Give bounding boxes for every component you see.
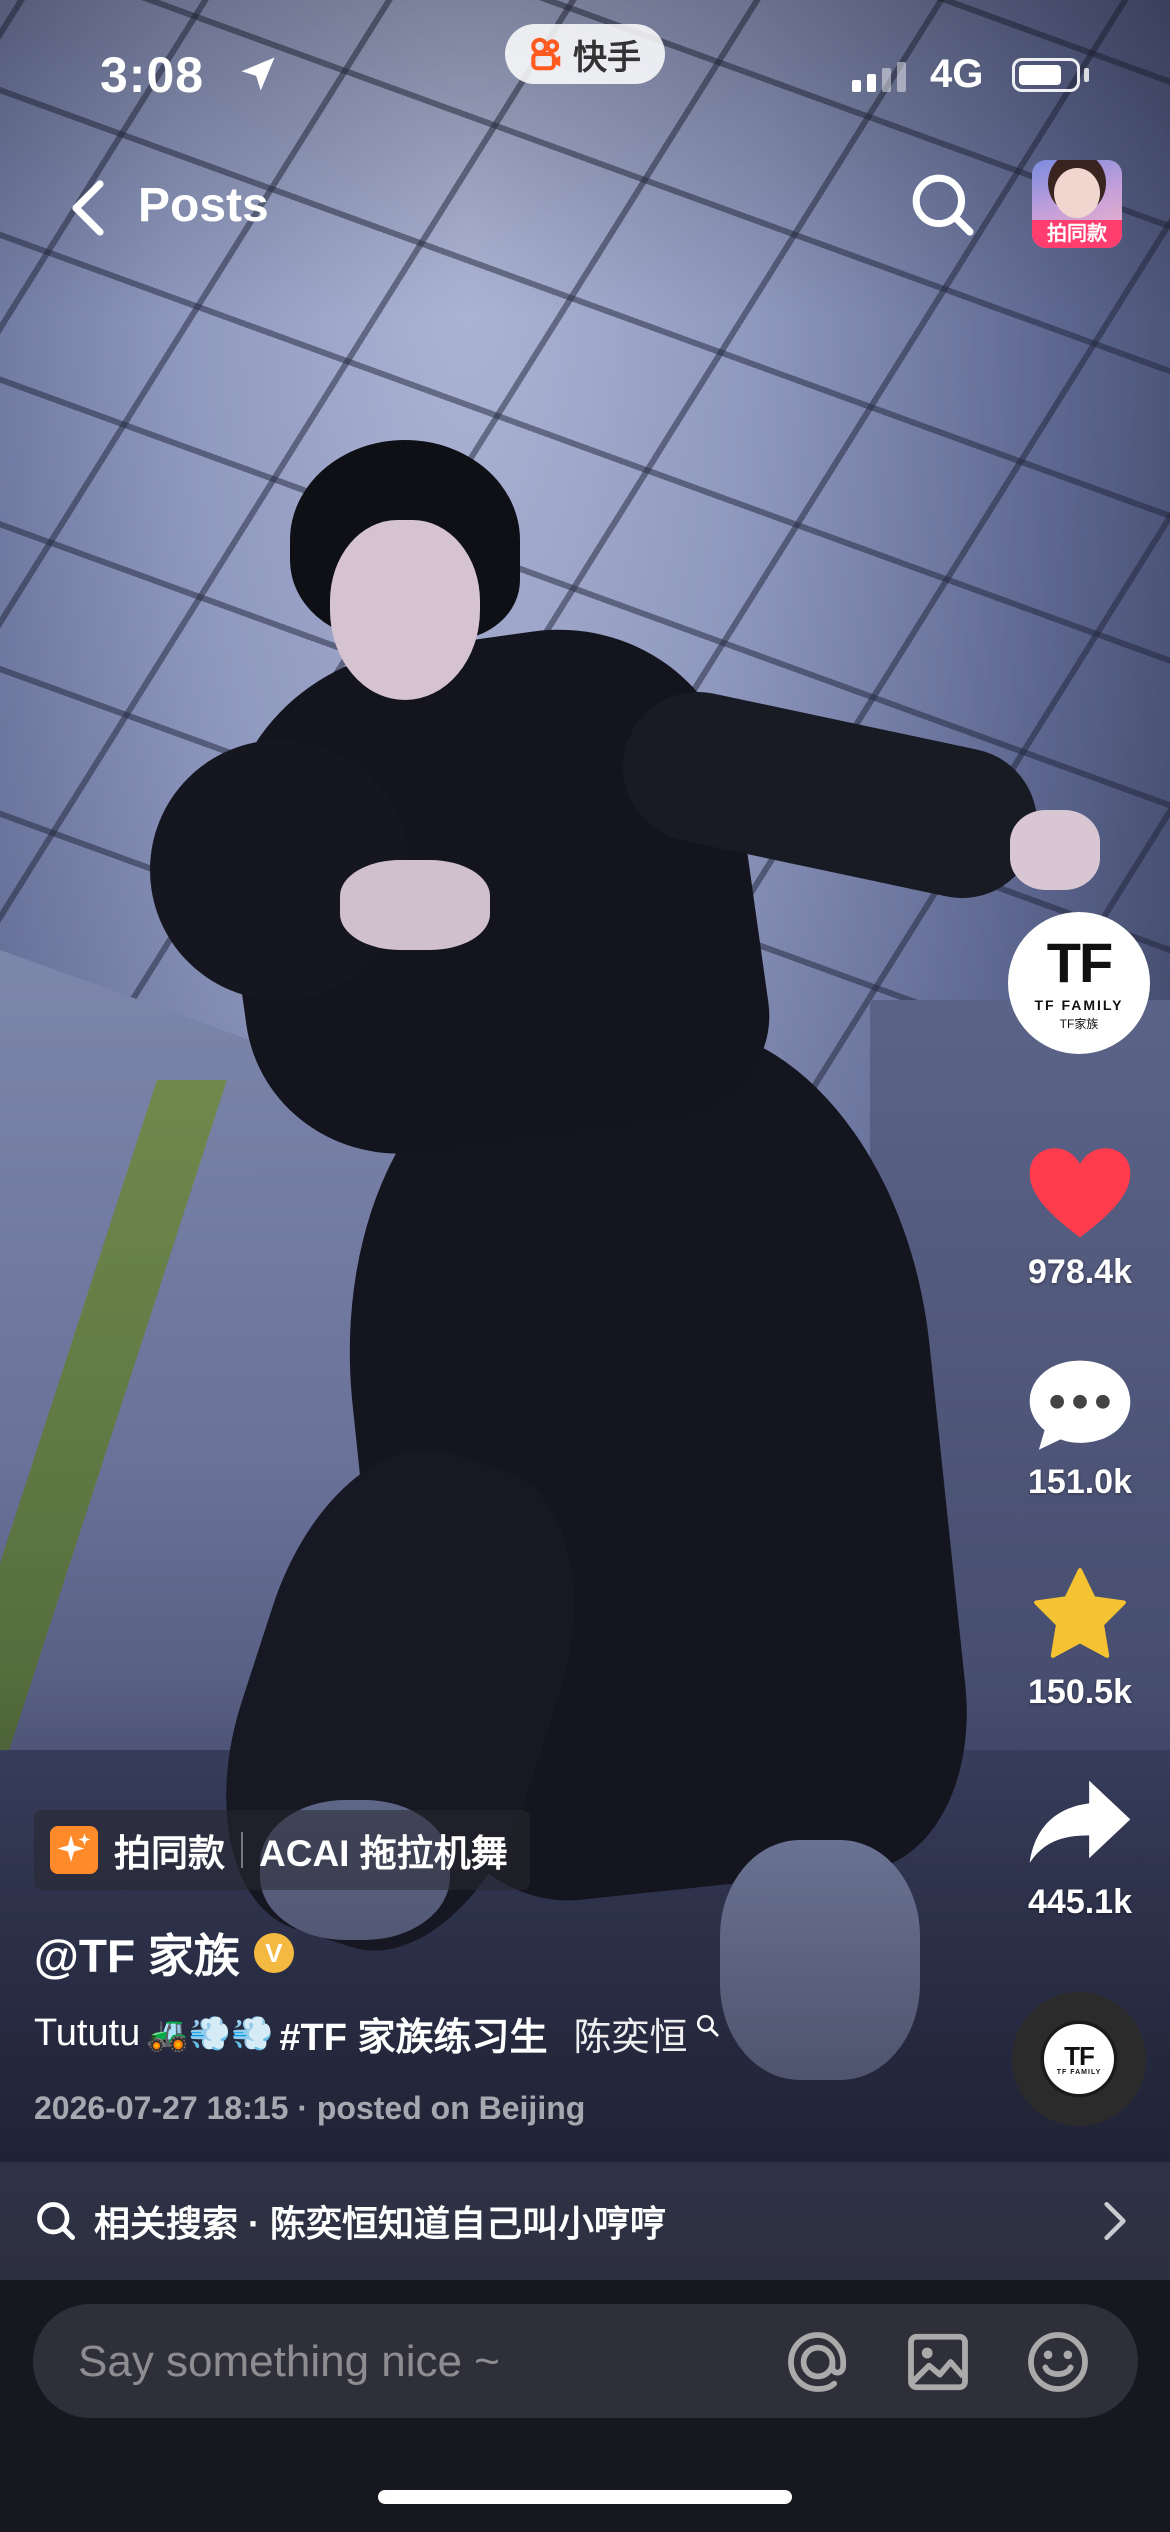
author-avatar[interactable]: TF TF FAMILY TF家族 xyxy=(1008,912,1150,1054)
cell-signal-icon xyxy=(852,62,906,92)
avatar-brand: TF FAMILY xyxy=(1034,996,1124,1013)
star-icon xyxy=(1034,1568,1126,1658)
page-title: Posts xyxy=(138,179,269,232)
battery-tip xyxy=(1084,68,1089,82)
post-meta: 2026-07-27 18:15 · posted on Beijing xyxy=(34,2090,586,2126)
like-count: 978.4k xyxy=(1028,1253,1132,1291)
caption-mention[interactable]: 陈奕恒 xyxy=(573,2006,687,2061)
same-style-tag: 拍同款 xyxy=(1032,220,1122,248)
sparkle-icon xyxy=(50,1826,98,1874)
comment-placeholder: Say something nice ~ xyxy=(78,2337,500,2386)
share-count: 445.1k xyxy=(1028,1883,1132,1921)
comment-button[interactable]: 151.0k xyxy=(1000,1356,1160,1502)
share-arrow-icon xyxy=(1029,1780,1131,1863)
emoji-icon[interactable] xyxy=(1022,2326,1094,2398)
heart-icon xyxy=(1029,1148,1131,1238)
like-button[interactable]: 978.4k xyxy=(1000,1146,1160,1292)
avatar-sub: TF家族 xyxy=(1059,1016,1099,1031)
app-pill-label: 快手 xyxy=(573,38,641,77)
location-arrow-icon xyxy=(241,57,275,91)
battery-icon xyxy=(1012,58,1080,92)
caption-text: Tututu xyxy=(34,2012,141,2054)
search-icon xyxy=(37,2202,75,2240)
back-chevron-icon[interactable] xyxy=(60,178,120,238)
kuaishou-logo-icon xyxy=(531,37,561,71)
share-button[interactable]: 445.1k xyxy=(1000,1776,1160,1922)
comment-bubble-icon xyxy=(1029,1360,1131,1450)
chevron-right-icon xyxy=(1104,2201,1126,2241)
kuaishou-app-pill[interactable]: 快手 xyxy=(505,24,665,84)
related-search-bar[interactable]: 相关搜索 · 陈奕恒知道自己叫小哼哼 xyxy=(0,2162,1170,2280)
mention-at-icon[interactable] xyxy=(782,2326,854,2398)
network-type: 4G xyxy=(930,52,984,96)
image-icon[interactable] xyxy=(902,2326,974,2398)
caption-hashtag[interactable]: #TF 家族练习生 xyxy=(279,2006,547,2061)
thumbnail-avatar xyxy=(1054,168,1100,218)
verified-badge-icon: V xyxy=(253,1933,294,1973)
chip-divider xyxy=(241,1832,243,1868)
avatar-logo: TF xyxy=(1046,930,1113,994)
music-disc-label: TF TF FAMILY xyxy=(1044,2024,1114,2094)
caption-emojis: 🚜💨💨 xyxy=(146,2014,274,2053)
template-chip[interactable]: 拍同款 ACAI 拖拉机舞 xyxy=(34,1810,530,1890)
search-icon[interactable] xyxy=(910,172,976,238)
related-search-text: 相关搜索 · 陈奕恒知道自己叫小哼哼 xyxy=(94,2203,666,2244)
status-time: 3:08 xyxy=(100,47,205,103)
template-label: 拍同款 xyxy=(114,1833,225,1874)
author-name[interactable]: @TF 家族 V xyxy=(34,1920,294,1986)
favorite-button[interactable]: 150.5k xyxy=(1000,1566,1160,1712)
home-indicator[interactable] xyxy=(378,2490,792,2504)
comment-count: 151.0k xyxy=(1028,1463,1132,1501)
same-style-shortcut[interactable]: 拍同款 xyxy=(1032,160,1122,248)
favorite-count: 150.5k xyxy=(1028,1673,1132,1711)
video-caption[interactable]: Tututu 🚜💨💨 #TF 家族练习生 陈奕恒 xyxy=(34,2006,721,2061)
music-disc[interactable]: TF TF FAMILY xyxy=(1012,1992,1146,2126)
template-name: ACAI 拖拉机舞 xyxy=(259,1833,508,1874)
mention-search-icon xyxy=(697,2014,720,2037)
author-handle: @TF 家族 xyxy=(34,1930,240,1982)
music-logo: TF xyxy=(1064,2040,1095,2071)
music-brand: TF FAMILY xyxy=(1056,2068,1102,2076)
